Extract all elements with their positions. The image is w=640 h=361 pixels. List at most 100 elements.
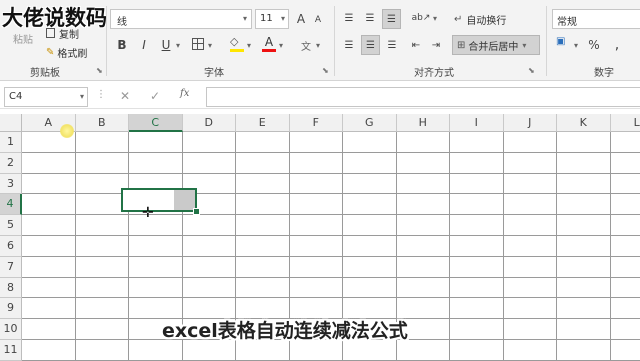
gridline-horizontal — [22, 256, 640, 257]
chevron-down-icon[interactable]: ▾ — [208, 41, 212, 50]
gridline-horizontal — [22, 173, 640, 174]
border-button[interactable] — [192, 38, 204, 50]
chevron-down-icon[interactable]: ▾ — [247, 41, 251, 50]
column-header-e[interactable]: E — [236, 114, 290, 132]
font-size-dropdown[interactable]: 11 ▾ — [255, 9, 289, 29]
bold-button[interactable]: B — [114, 36, 130, 54]
column-header-j[interactable]: J — [504, 114, 558, 132]
column-header-b[interactable]: B — [76, 114, 130, 132]
enter-icon[interactable]: ✓ — [150, 89, 160, 103]
font-color-bar — [262, 49, 276, 52]
gridline-horizontal — [22, 235, 640, 236]
align-bottom-button[interactable]: ☰ — [382, 9, 401, 29]
gridline-horizontal — [22, 214, 640, 215]
paste-button[interactable]: 粘贴 — [8, 30, 38, 46]
number-format-dropdown[interactable]: 常规 — [552, 9, 640, 29]
gridline-vertical — [610, 132, 611, 360]
fill-handle[interactable] — [193, 208, 200, 215]
column-header-h[interactable]: H — [397, 114, 451, 132]
font-name-dropdown[interactable]: 线 ▾ — [110, 9, 252, 29]
select-all-corner[interactable] — [0, 114, 22, 132]
align-left-button[interactable]: ☰ — [340, 36, 358, 54]
font-size-value: 11 — [260, 13, 273, 24]
italic-button[interactable]: I — [136, 36, 152, 54]
row-header-9[interactable]: 9 — [0, 298, 22, 319]
merge-center-button[interactable]: ⊞ 合并后居中 ▾ — [452, 35, 540, 55]
row-header-10[interactable]: 10 — [0, 319, 22, 340]
grow-font-button[interactable]: A — [294, 9, 308, 29]
chevron-down-icon[interactable]: ▾ — [316, 41, 320, 50]
chevron-down-icon[interactable]: ▾ — [279, 41, 283, 50]
name-box[interactable]: C4 ▾ — [4, 87, 88, 107]
shrink-font-button[interactable]: A — [312, 11, 324, 29]
copy-icon — [46, 28, 55, 38]
font-color-glyph: A — [265, 35, 273, 49]
orientation-button[interactable]: ab↗ — [412, 9, 430, 27]
underline-button[interactable]: U — [158, 36, 174, 54]
currency-button[interactable]: ▣ — [556, 36, 572, 54]
column-header-l[interactable]: L — [611, 114, 640, 132]
fill-color-bar — [230, 49, 244, 52]
column-header-g[interactable]: G — [343, 114, 397, 132]
row-header-8[interactable]: 8 — [0, 278, 22, 299]
separator — [546, 6, 547, 76]
click-indicator-icon — [60, 124, 74, 138]
chevron-down-icon: ▾ — [80, 92, 84, 101]
percent-button[interactable]: % — [586, 36, 602, 54]
formula-bar: C4 ▾ ⋮ ✕ ✓ fx — [0, 86, 640, 109]
clipboard-launcher-icon[interactable]: ⬊ — [96, 66, 103, 75]
row-header-2[interactable]: 2 — [0, 153, 22, 174]
row-header-11[interactable]: 11 — [0, 340, 22, 361]
chevron-down-icon[interactable]: ▾ — [433, 14, 437, 23]
name-box-value: C4 — [9, 91, 22, 102]
video-subtitle: excel表格自动连续减法公式 — [162, 316, 408, 343]
fill-bucket-icon: ◇ — [230, 35, 238, 48]
row-header-6[interactable]: 6 — [0, 236, 22, 257]
gridline-vertical — [128, 132, 129, 360]
separator — [106, 6, 107, 76]
chevron-down-icon[interactable]: ▾ — [574, 41, 578, 50]
align-top-button[interactable]: ☰ — [340, 9, 358, 27]
decrease-indent-button[interactable]: ⇤ — [408, 36, 424, 54]
font-color-button[interactable]: A — [262, 35, 276, 53]
formula-bar-menu-icon[interactable]: ⋮ — [96, 89, 106, 100]
copy-button[interactable]: 复制 — [46, 26, 79, 40]
column-header-i[interactable]: I — [450, 114, 504, 132]
font-name-value: 线 — [117, 13, 127, 28]
fill-color-button[interactable]: ◇ — [230, 35, 244, 53]
alignment-launcher-icon[interactable]: ⬊ — [528, 66, 535, 75]
comma-button[interactable]: , — [610, 36, 624, 54]
row-header-3[interactable]: 3 — [0, 174, 22, 195]
wrap-text-button[interactable]: ↵ 自动换行 — [454, 10, 506, 28]
merge-icon: ⊞ — [457, 40, 465, 51]
cancel-icon[interactable]: ✕ — [120, 89, 130, 103]
row-header-4[interactable]: 4 — [0, 194, 22, 215]
font-group-label: 字体 — [204, 64, 224, 79]
copy-label: 复制 — [59, 26, 79, 41]
font-launcher-icon[interactable]: ⬊ — [322, 66, 329, 75]
gridline-vertical — [75, 132, 76, 360]
border-icon — [197, 39, 198, 49]
increase-indent-button[interactable]: ⇥ — [428, 36, 444, 54]
row-header-1[interactable]: 1 — [0, 132, 22, 153]
border-icon-h — [193, 43, 203, 44]
row-header-5[interactable]: 5 — [0, 215, 22, 236]
chevron-down-icon: ▾ — [522, 41, 526, 50]
align-right-button[interactable]: ☰ — [383, 36, 401, 54]
format-painter-button[interactable]: ✎ 格式刷 — [46, 45, 87, 59]
column-header-k[interactable]: K — [557, 114, 611, 132]
column-header-d[interactable]: D — [183, 114, 237, 132]
gridline-horizontal — [22, 152, 640, 153]
align-middle-button[interactable]: ☰ — [361, 9, 379, 27]
gridline-vertical — [449, 132, 450, 360]
insert-function-button[interactable]: fx — [180, 88, 189, 99]
align-center-button[interactable]: ☰ — [361, 35, 380, 55]
chevron-down-icon[interactable]: ▾ — [176, 41, 180, 50]
gridline-horizontal — [22, 193, 640, 194]
column-header-f[interactable]: F — [290, 114, 344, 132]
formula-input[interactable] — [206, 87, 640, 107]
row-header-7[interactable]: 7 — [0, 257, 22, 278]
chevron-down-icon: ▾ — [281, 14, 285, 23]
column-header-c[interactable]: C — [129, 114, 183, 132]
phonetic-button[interactable]: 文 — [298, 36, 314, 54]
